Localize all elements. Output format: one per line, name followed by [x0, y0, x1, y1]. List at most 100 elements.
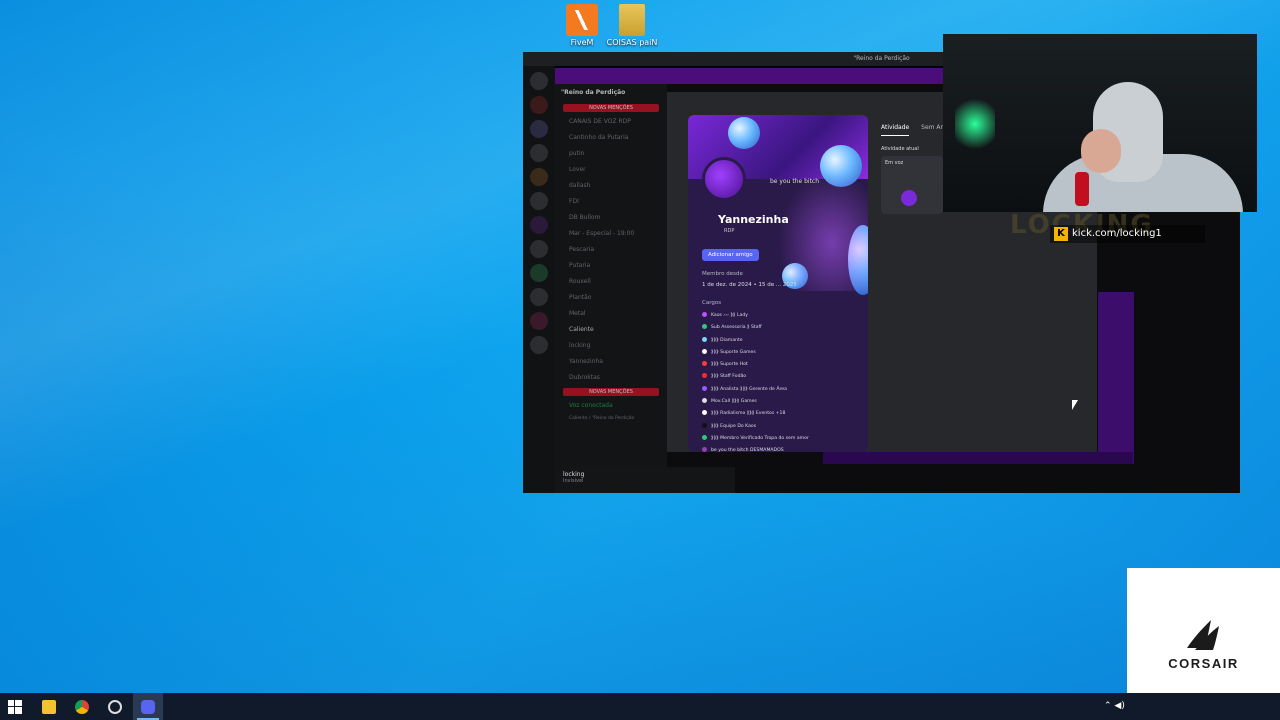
activity-image [901, 190, 917, 206]
folder-icon [619, 4, 645, 36]
file-explorer-button[interactable] [34, 693, 64, 720]
roles-label: Cargos [702, 300, 722, 306]
corsair-sails-icon [1187, 620, 1219, 650]
channel-item[interactable]: Metal [555, 306, 667, 322]
channel-item[interactable]: Yannezinha [555, 354, 667, 370]
server-rail [523, 66, 555, 493]
voice-status: Voz conectada [569, 402, 613, 409]
role-color-dot [702, 373, 707, 379]
server-icon[interactable] [530, 312, 548, 330]
server-icon[interactable] [530, 264, 548, 282]
channel-item[interactable]: Pescaria [555, 242, 667, 258]
kick-icon: K [1054, 227, 1068, 241]
activity-card: Em voz [881, 156, 943, 214]
wave-decoration [778, 171, 868, 291]
server-icon[interactable] [530, 168, 548, 186]
server-icon[interactable] [530, 96, 548, 114]
role-label: ⟫⟫⟫ Membro Verificado Tropa do sem amor [711, 435, 809, 441]
role-color-dot [702, 324, 707, 330]
chrome-button[interactable] [67, 693, 97, 720]
desktop-icon-coisas-pain[interactable]: COISAS paiN [606, 4, 658, 47]
desktop-icon-label: COISAS paiN [606, 38, 658, 47]
server-icon[interactable] [530, 216, 548, 234]
member-since-date: 1 de dez. de 2024 [702, 282, 752, 288]
role-color-dot [702, 336, 707, 342]
member-since-label: Membro desde [702, 271, 743, 277]
role-item: ⟫⟫⟫ Equipe Do Kaos [702, 421, 862, 433]
server-icon[interactable] [530, 192, 548, 210]
user-panel: locking Invisível [555, 467, 735, 493]
channel-item[interactable]: CANAIS DE VOZ RDP [555, 114, 667, 130]
role-item: ⟫⟫⟫ Suporte Games [702, 347, 862, 359]
channel-item[interactable]: Mar - Especial - 19:00 [555, 226, 667, 242]
channel-item[interactable]: locking [555, 338, 667, 354]
role-item: be you the bitch DESMAMADOS [702, 445, 862, 452]
role-item: ⟫⟫⟫ Staff Fodão [702, 371, 862, 383]
profile-card: be you the bitch Yannezinha RDP Adiciona… [688, 115, 868, 452]
add-friend-button[interactable]: Adicionar amigo [702, 249, 759, 261]
channel-item[interactable]: putin [555, 146, 667, 162]
server-icon[interactable] [530, 240, 548, 258]
discord-taskbar-button[interactable] [133, 693, 163, 720]
microphone [1075, 172, 1089, 206]
role-color-dot [702, 348, 707, 354]
server-name[interactable]: "Reino da Perdição [555, 84, 667, 102]
channel-item[interactable]: Cantinho da Putaria [555, 130, 667, 146]
server-tag: RDP [724, 228, 735, 234]
channel-item[interactable]: Caliente [555, 322, 667, 338]
server-join-date: 15 de ... 2025 [758, 282, 797, 288]
start-button[interactable] [0, 693, 30, 720]
avatar[interactable] [702, 157, 746, 201]
channel-item[interactable]: Dubroktas [555, 370, 667, 386]
voice-channel[interactable]: Caliente / "Reino da Perdição [555, 414, 667, 424]
tab-activity[interactable]: Atividade [881, 124, 910, 136]
obs-button[interactable] [100, 693, 130, 720]
role-color-dot [702, 361, 707, 367]
fivem-icon [566, 4, 598, 36]
server-icon[interactable] [530, 336, 548, 354]
role-item: ⟫⟫⟫ Membro Verificado Tropa do sem amor [702, 433, 862, 445]
role-label: ⟫⟫⟫ Diamante [711, 337, 743, 343]
role-color-dot [702, 447, 707, 452]
channel-item[interactable]: FDI [555, 194, 667, 210]
channel-item[interactable]: Plantão [555, 290, 667, 306]
kick-overlay: Kkick.com/locking1 [1050, 225, 1205, 243]
server-icon[interactable] [530, 144, 548, 162]
channel-list: "Reino da Perdição NOVAS MENÇÕES CANAIS … [555, 84, 667, 493]
mouse-cursor-icon [1072, 400, 1078, 410]
server-icon[interactable] [530, 288, 548, 306]
channel-item[interactable]: Rouxell [555, 274, 667, 290]
role-color-dot [702, 410, 707, 416]
channel-item[interactable]: dallash [555, 178, 667, 194]
chrome-icon [75, 700, 89, 714]
activity-card-label: Em voz [885, 160, 904, 166]
role-label: ⟫⟫⟫ Staff Fodão [711, 374, 747, 380]
bubble-decoration [728, 117, 760, 149]
rgb-light [955, 94, 995, 154]
mentions-pill[interactable]: NOVAS MENÇÕES [563, 388, 659, 396]
role-label: ⟫⟫⟫ Equipe Do Kaos [711, 423, 757, 429]
role-label: ⟫⟫⟫ Analista ⟫⟫⟫ Gerente de Área [711, 386, 787, 392]
role-color-dot [702, 385, 707, 391]
system-tray[interactable]: ⌃ ◀) [1104, 701, 1125, 711]
mentions-pill[interactable]: NOVAS MENÇÕES [563, 104, 659, 112]
server-icon[interactable] [530, 72, 548, 90]
desktop-icon-fivem[interactable]: FiveM [556, 4, 608, 47]
discord-icon [141, 700, 155, 714]
folder-icon [42, 700, 56, 714]
role-color-dot [702, 434, 707, 440]
channel-item[interactable]: Putaria [555, 258, 667, 274]
role-item: Kaos ››› ⟫⟫ Lady [702, 310, 862, 322]
role-item: ⟫⟫⟫ Suporte Hot [702, 359, 862, 371]
taskbar: ⌃ ◀) [0, 693, 1280, 720]
profile-name: Yannezinha [718, 213, 789, 226]
user-name[interactable]: locking [563, 471, 727, 478]
member-since: 1 de dez. de 2024 • 15 de ... 2025 [702, 282, 797, 288]
channel-item[interactable]: Lover [555, 162, 667, 178]
server-icon[interactable] [530, 120, 548, 138]
role-label: Mov.Call ⟫⟫⟫ Games [711, 399, 757, 405]
windows-icon [8, 700, 22, 714]
channel-item[interactable]: DB Bullom [555, 210, 667, 226]
background-panel [1098, 292, 1134, 464]
role-item: ⟫⟫⟫ Radialismo ⟫⟫⟫ Eventos +18 [702, 408, 862, 420]
